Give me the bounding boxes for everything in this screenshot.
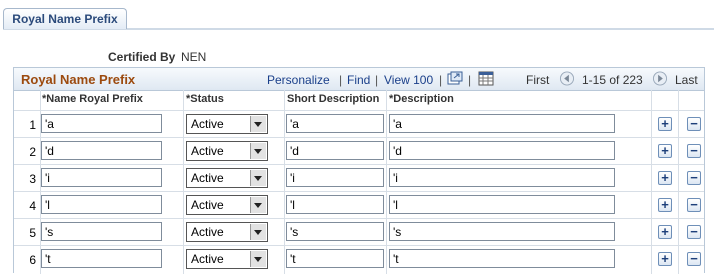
chevron-down-icon[interactable] bbox=[250, 170, 266, 186]
row-number: 1 bbox=[29, 118, 36, 132]
add-row-icon[interactable]: + bbox=[658, 252, 672, 266]
chevron-down-icon[interactable] bbox=[250, 116, 266, 132]
delete-row-icon[interactable]: − bbox=[687, 198, 701, 212]
status-select[interactable]: Active bbox=[186, 222, 268, 242]
name-royal-prefix-input[interactable] bbox=[41, 195, 162, 214]
delete-row-icon[interactable]: − bbox=[687, 117, 701, 131]
description-input[interactable] bbox=[389, 114, 615, 133]
table-row: 3 Active + − bbox=[14, 164, 704, 192]
col-header-name-royal-prefix[interactable]: *Name Royal Prefix bbox=[42, 93, 143, 105]
row-number: 2 bbox=[29, 145, 36, 159]
short-description-input[interactable] bbox=[286, 168, 384, 187]
delete-row-icon[interactable]: − bbox=[687, 252, 701, 266]
separator: | bbox=[375, 73, 379, 87]
delete-row-icon[interactable]: − bbox=[687, 225, 701, 239]
chevron-down-icon[interactable] bbox=[250, 224, 266, 240]
status-select[interactable]: Active bbox=[186, 168, 268, 188]
status-value: Active bbox=[191, 117, 224, 131]
grid-header: Royal Name Prefix Personalize | Find | V… bbox=[14, 68, 704, 91]
col-header-status[interactable]: *Status bbox=[186, 93, 224, 105]
next-page-icon[interactable] bbox=[652, 71, 668, 86]
table-row: 1 Active + − bbox=[14, 110, 704, 138]
short-description-input[interactable] bbox=[286, 114, 384, 133]
personalize-link[interactable]: Personalize bbox=[267, 73, 330, 87]
table-row: 6 Active + − bbox=[14, 245, 704, 273]
separator: | bbox=[468, 73, 472, 87]
status-select[interactable]: Active bbox=[186, 141, 268, 161]
separator: | bbox=[339, 73, 343, 87]
row-number: 5 bbox=[29, 226, 36, 240]
name-royal-prefix-input[interactable] bbox=[41, 249, 162, 268]
chevron-down-icon[interactable] bbox=[250, 197, 266, 213]
col-header-description[interactable]: *Description bbox=[389, 93, 454, 105]
first-label: First bbox=[526, 73, 550, 87]
short-description-input[interactable] bbox=[286, 249, 384, 268]
view-100-link[interactable]: View 100 bbox=[384, 73, 433, 87]
name-royal-prefix-input[interactable] bbox=[41, 168, 162, 187]
separator: | bbox=[439, 73, 443, 87]
description-input[interactable] bbox=[389, 195, 615, 214]
short-description-input[interactable] bbox=[286, 222, 384, 241]
name-royal-prefix-input[interactable] bbox=[41, 114, 162, 133]
add-row-icon[interactable]: + bbox=[658, 144, 672, 158]
col-header-short-description[interactable]: Short Description bbox=[287, 93, 379, 105]
chevron-down-icon[interactable] bbox=[250, 143, 266, 159]
delete-row-icon[interactable]: − bbox=[687, 171, 701, 185]
table-row: 4 Active + − bbox=[14, 191, 704, 219]
short-description-input[interactable] bbox=[286, 141, 384, 160]
status-value: Active bbox=[191, 198, 224, 212]
status-value: Active bbox=[191, 225, 224, 239]
name-royal-prefix-input[interactable] bbox=[41, 222, 162, 241]
status-value: Active bbox=[191, 144, 224, 158]
table-row: 2 Active + − bbox=[14, 137, 704, 165]
last-label: Last bbox=[675, 73, 698, 87]
status-select[interactable]: Active bbox=[186, 114, 268, 134]
add-row-icon[interactable]: + bbox=[658, 225, 672, 239]
chevron-down-icon[interactable] bbox=[250, 251, 266, 267]
row-number: 4 bbox=[29, 199, 36, 213]
status-value: Active bbox=[191, 171, 224, 185]
row-number: 3 bbox=[29, 172, 36, 186]
certified-by-label: Certified By bbox=[108, 50, 176, 64]
tab-underline bbox=[3, 29, 127, 30]
add-row-icon[interactable]: + bbox=[658, 117, 672, 131]
page-range: 1-15 of 223 bbox=[582, 73, 643, 87]
download-excel-icon[interactable] bbox=[478, 71, 494, 86]
tab-divider bbox=[127, 28, 714, 30]
short-description-input[interactable] bbox=[286, 195, 384, 214]
grid-title: Royal Name Prefix bbox=[21, 72, 136, 87]
add-row-icon[interactable]: + bbox=[658, 198, 672, 212]
status-value: Active bbox=[191, 252, 224, 266]
tab-royal-name-prefix[interactable]: Royal Name Prefix bbox=[3, 8, 127, 30]
status-select[interactable]: Active bbox=[186, 249, 268, 269]
name-royal-prefix-input[interactable] bbox=[41, 141, 162, 160]
previous-page-icon[interactable] bbox=[559, 71, 575, 86]
add-row-icon[interactable]: + bbox=[658, 171, 672, 185]
delete-row-icon[interactable]: − bbox=[687, 144, 701, 158]
row-number: 6 bbox=[29, 253, 36, 267]
zoom-grid-icon[interactable] bbox=[447, 71, 463, 86]
description-input[interactable] bbox=[389, 222, 615, 241]
description-input[interactable] bbox=[389, 168, 615, 187]
description-input[interactable] bbox=[389, 249, 615, 268]
certified-by-value: NEN bbox=[181, 50, 207, 64]
royal-name-prefix-grid: Royal Name Prefix Personalize | Find | V… bbox=[13, 67, 705, 274]
status-select[interactable]: Active bbox=[186, 195, 268, 215]
description-input[interactable] bbox=[389, 141, 615, 160]
find-link[interactable]: Find bbox=[347, 73, 370, 87]
table-row: 5 Active + − bbox=[14, 218, 704, 246]
